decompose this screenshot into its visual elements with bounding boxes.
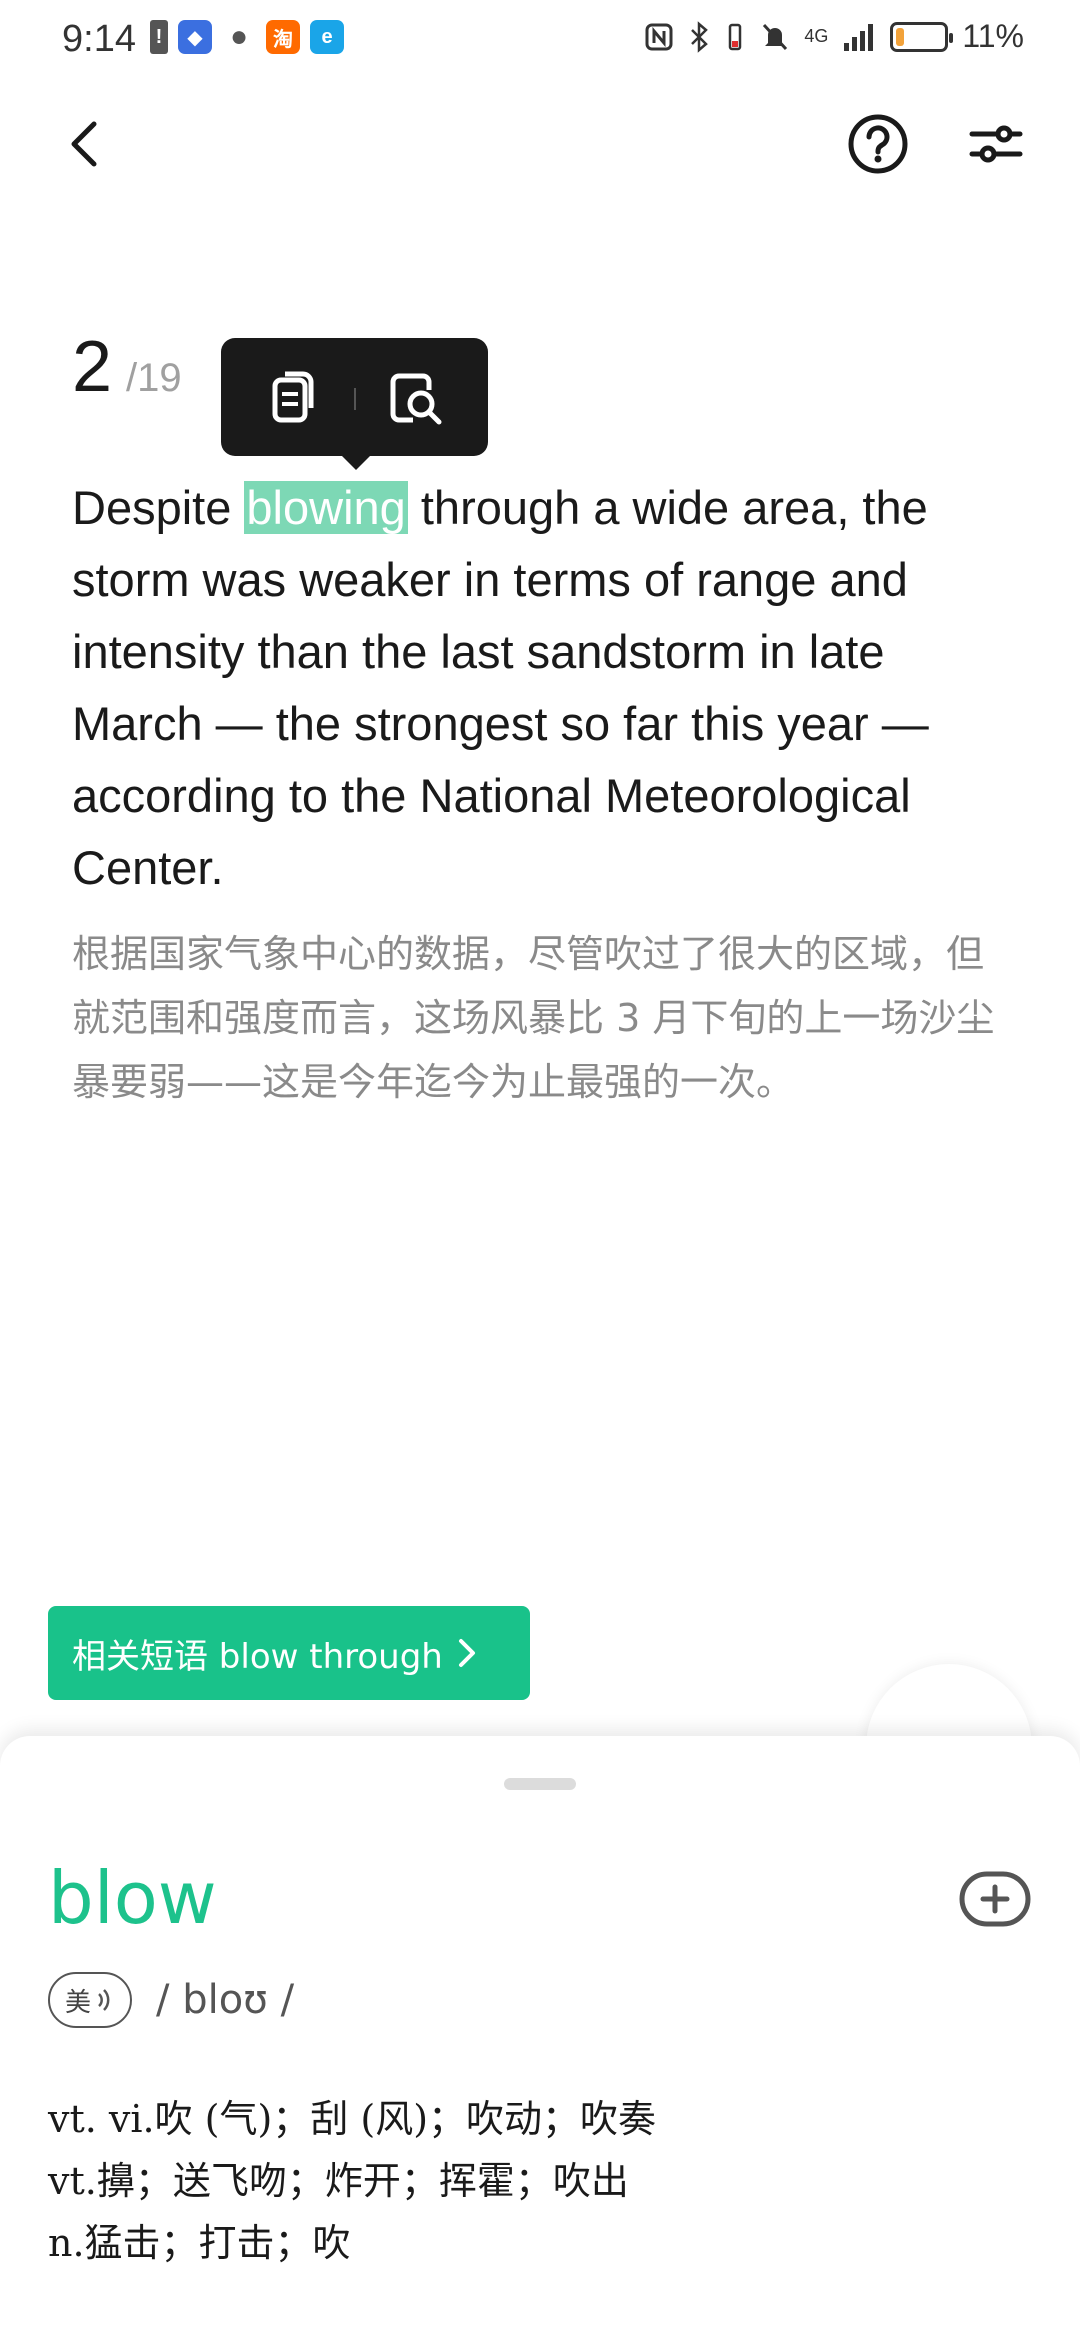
settings-button[interactable]	[966, 114, 1026, 174]
help-button[interactable]	[846, 112, 910, 176]
add-icon	[959, 1871, 1031, 1927]
definition-line: vt.擤；送飞吻；炸开；挥霍；吹出	[48, 2159, 629, 2203]
status-bar: 9:14 ! ◆ ● 淘 e 4G 11%	[0, 0, 1080, 84]
notification-icon: !	[150, 20, 168, 54]
signal-icon	[844, 23, 874, 51]
sentence-before: Despite	[72, 481, 245, 534]
phonetic: / bloʊ /	[156, 1977, 295, 2023]
battery-percent: 11%	[962, 18, 1024, 54]
nfc-icon	[645, 23, 673, 50]
headword: blow	[48, 1856, 217, 1940]
selection-popup	[221, 338, 488, 470]
copy-icon	[272, 371, 314, 423]
lookup-button[interactable]	[383, 366, 447, 430]
counter-total: /19	[126, 356, 182, 400]
definition-line: n.猛击；打击；吹	[48, 2221, 351, 2265]
bluetooth-icon	[691, 20, 709, 53]
add-to-wordbook-button[interactable]	[958, 1870, 1032, 1928]
app-blue-icon: ◆	[178, 20, 212, 54]
copy-button[interactable]	[261, 366, 325, 430]
battery-icon	[890, 21, 954, 52]
help-icon	[848, 114, 908, 174]
word-card-sheet: blow 美 / bloʊ / vt. vi.吹 (气)；刮 (风)；吹动；吹奏…	[0, 1736, 1080, 2340]
signal-label: 4G	[804, 26, 829, 46]
accent-label: 美	[64, 1987, 91, 2018]
taobao-icon: 淘	[266, 20, 300, 54]
chevron-right-icon	[458, 1639, 475, 1667]
wechat-icon: ●	[229, 20, 249, 53]
speaker-icon	[98, 1989, 110, 2011]
mute-bell-icon	[763, 23, 788, 50]
back-button[interactable]	[56, 114, 116, 174]
popup-separator	[354, 388, 356, 410]
counter-current: 2	[72, 327, 113, 407]
status-indicators: 4G 11%	[644, 18, 1024, 55]
definitions: vt. vi.吹 (气)；刮 (风)；吹动；吹奏 vt.擤；送飞吻；炸开；挥霍；…	[48, 2088, 656, 2274]
battery-fill	[896, 27, 905, 46]
sliders-icon	[969, 125, 1023, 163]
vibrate-icon	[729, 23, 742, 50]
status-time: 9:14	[62, 18, 136, 60]
back-arrow-icon	[71, 121, 97, 167]
related-phrase-button[interactable]: 相关短语 blow through	[48, 1606, 530, 1700]
chinese-translation: 根据国家气象中心的数据，尽管吹过了很大的区域，但就范围和强度而言，这场风暴比 3…	[72, 932, 995, 1104]
search-doc-icon	[390, 373, 442, 425]
top-bar	[0, 100, 1080, 190]
pronunciation-row: 美 / bloʊ /	[48, 1972, 294, 2028]
sentence-after: through a wide area, the storm was weake…	[72, 481, 929, 894]
definition-line: vt. vi.吹 (气)；刮 (风)；吹动；吹奏	[48, 2097, 657, 2141]
browser-icon: e	[310, 20, 344, 54]
pronounce-button[interactable]: 美	[48, 1972, 132, 2028]
related-phrase-label: 相关短语 blow through	[72, 1636, 443, 1677]
sheet-drag-handle[interactable]	[504, 1778, 576, 1790]
english-sentence[interactable]: Despite blowing through a wide area, the…	[72, 472, 1022, 904]
sentence-counter: 2 /19	[72, 326, 182, 408]
status-app-icons: ! ◆ ● 淘 e	[150, 20, 344, 54]
highlighted-word[interactable]: blowing	[244, 481, 408, 534]
